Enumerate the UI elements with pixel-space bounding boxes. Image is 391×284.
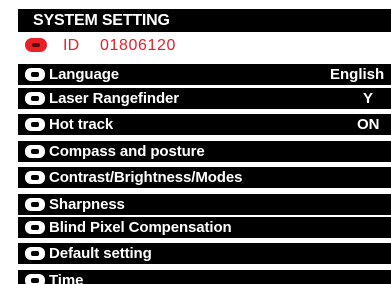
bullet-icon	[25, 198, 45, 211]
device-id-value: 01806120	[100, 37, 176, 54]
menu-item-label: Contrast/Brightness/Modes	[49, 169, 243, 186]
bullet-icon	[25, 221, 45, 234]
title-bar: SYSTEM SETTING	[18, 9, 391, 32]
menu-item-hot-track[interactable]: Hot track ON	[18, 114, 391, 135]
menu-item-default-setting[interactable]: Default setting	[18, 243, 391, 264]
menu-item-time[interactable]: Time	[18, 270, 391, 284]
menu-item-value: Y	[363, 90, 374, 107]
system-setting-screen: SYSTEM SETTING ID 01806120 Language Engl…	[0, 0, 391, 284]
menu-item-label: Blind Pixel Compensation	[49, 219, 232, 236]
menu-item-contrast-brightness-modes[interactable]: Contrast/Brightness/Modes	[18, 167, 391, 188]
menu-item-label: Default setting	[49, 245, 152, 262]
device-id-row: ID 01806120	[18, 33, 391, 58]
menu-item-value: ON	[357, 116, 380, 133]
bullet-icon	[25, 92, 45, 105]
menu-item-language[interactable]: Language English	[18, 64, 391, 85]
menu-item-blind-pixel-compensation[interactable]: Blind Pixel Compensation	[18, 217, 391, 238]
menu-item-sharpness[interactable]: Sharpness	[18, 194, 391, 215]
menu-item-label: Compass and posture	[49, 143, 205, 160]
bullet-icon	[25, 118, 45, 131]
menu-item-label: Language	[49, 66, 120, 83]
menu-item-laser-rangefinder[interactable]: Laser Rangefinder Y	[18, 88, 391, 109]
menu-item-value: English	[330, 66, 385, 83]
menu-item-label: Hot track	[49, 116, 114, 133]
menu-item-compass-and-posture[interactable]: Compass and posture	[18, 141, 391, 162]
menu-item-label: Sharpness	[49, 196, 125, 213]
red-bullet-icon	[25, 38, 47, 52]
bullet-icon	[25, 68, 45, 81]
bullet-icon	[25, 247, 45, 260]
menu-item-label: Time	[49, 272, 84, 284]
bullet-icon	[25, 145, 45, 158]
device-id-label: ID	[63, 37, 80, 54]
bullet-icon	[25, 171, 45, 184]
bullet-icon	[25, 274, 45, 284]
page-title: SYSTEM SETTING	[33, 12, 170, 29]
menu-item-label: Laser Rangefinder	[49, 90, 180, 107]
